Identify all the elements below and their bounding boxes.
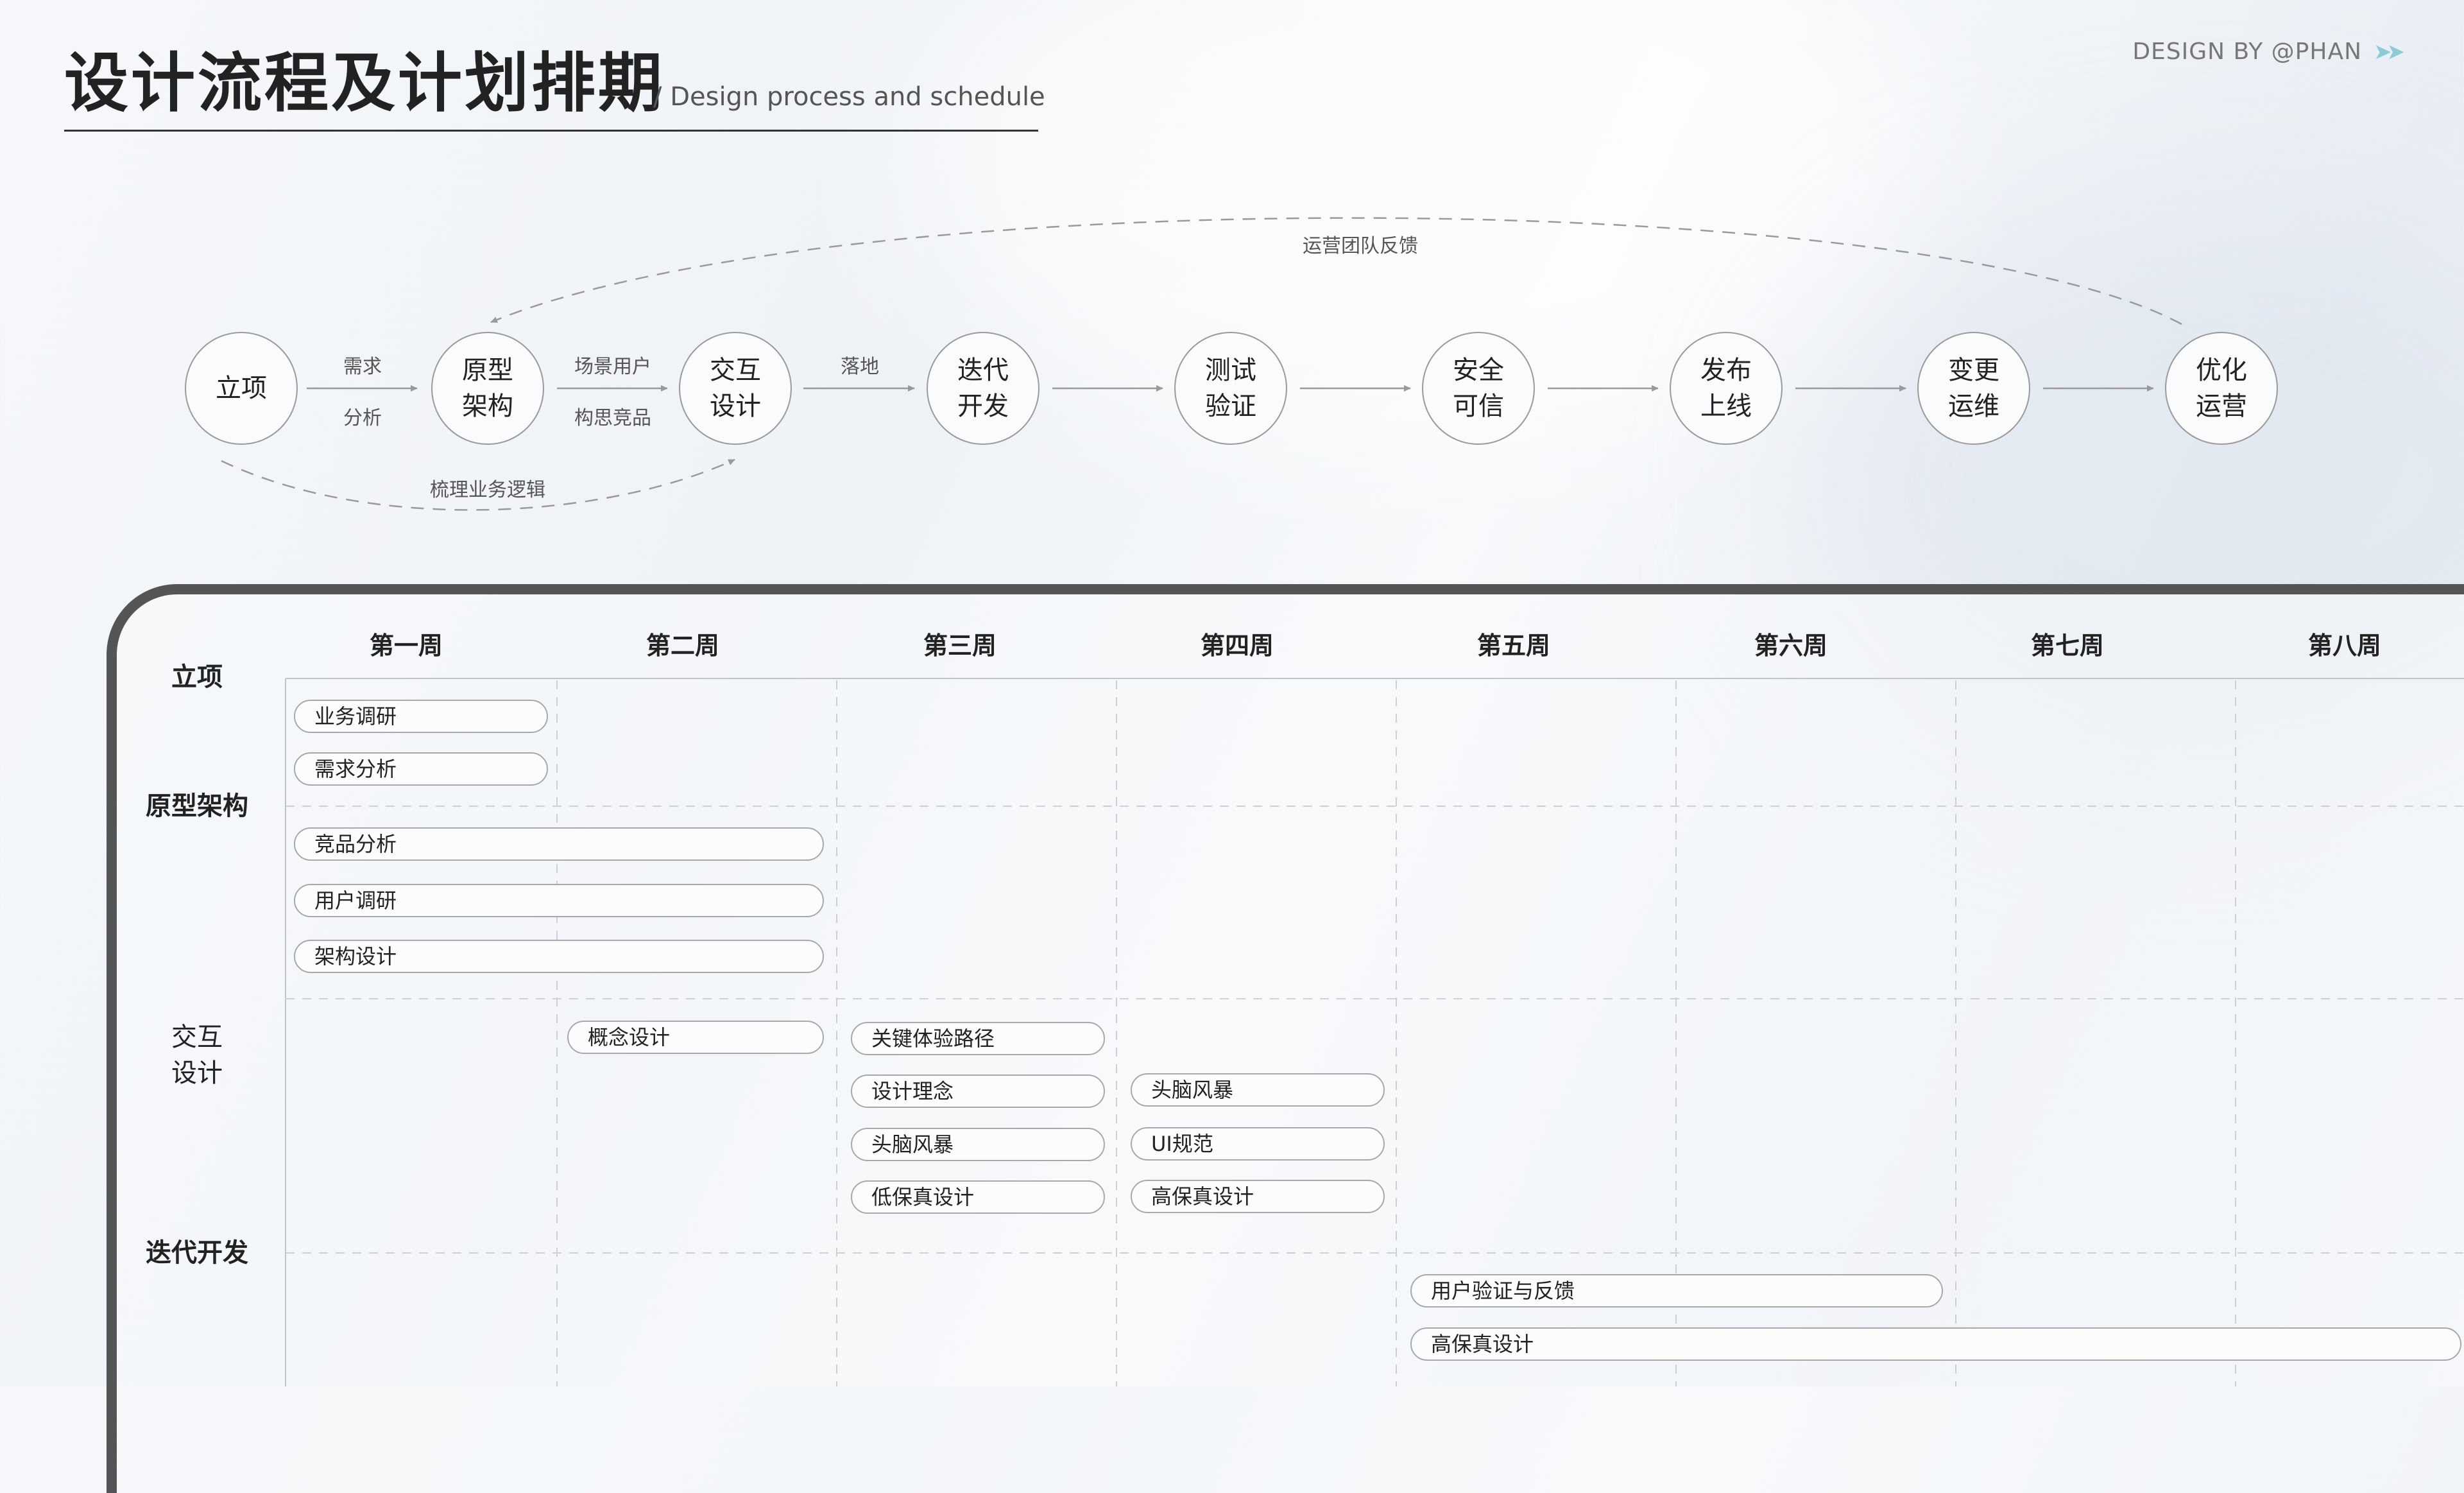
- week-header: 第五周: [1476, 632, 1550, 660]
- edge-label: 构思竞品: [574, 407, 651, 429]
- week-header: 第一周: [369, 632, 443, 660]
- week-header: 第八周: [2307, 632, 2381, 660]
- flow-node-interaction: 交互设计: [679, 332, 792, 445]
- task-pill: UI规范: [1131, 1127, 1385, 1161]
- week-header: 第二周: [646, 632, 719, 660]
- task-pill: 用户验证与反馈: [1410, 1274, 1943, 1307]
- flow-node-iteration: 迭代开发: [927, 332, 1040, 445]
- loop-label: 梳理业务逻辑: [430, 479, 545, 501]
- task-pill: 架构设计: [294, 940, 824, 973]
- task-pill: 概念设计: [567, 1021, 824, 1054]
- phase-label-prototype: 原型架构: [146, 791, 248, 821]
- task-pill: 高保真设计: [1131, 1180, 1385, 1213]
- task-pill: 用户调研: [294, 884, 824, 917]
- edge-label: 需求: [343, 356, 382, 378]
- flow-node-initiation: 立项: [185, 332, 298, 445]
- edge-label: 落地: [841, 356, 879, 378]
- task-pill: 头脑风暴: [1131, 1073, 1385, 1107]
- flow-node-prototype: 原型架构: [431, 332, 544, 445]
- phase-label-interaction: 交互设计: [171, 1023, 223, 1088]
- phase-label-iteration: 迭代开发: [146, 1238, 248, 1268]
- week-header: 第七周: [2030, 632, 2104, 660]
- task-pill: 竞品分析: [294, 827, 824, 861]
- loop-label: 运营团队反馈: [1303, 235, 1418, 257]
- edge-label: 场景用户: [574, 356, 651, 378]
- task-pill: 低保真设计: [851, 1180, 1105, 1214]
- task-pill: 业务调研: [294, 700, 548, 733]
- process-flow-diagram: [221, 217, 2182, 511]
- phase-label-initiation: 立项: [171, 662, 223, 692]
- week-header: 第六周: [1754, 632, 1827, 660]
- task-pill: 设计理念: [851, 1074, 1105, 1108]
- task-pill: 需求分析: [294, 752, 548, 786]
- flow-node-security: 安全可信: [1422, 332, 1535, 445]
- edge-label: 分析: [343, 407, 382, 429]
- flow-node-maintenance: 变更运维: [1917, 332, 2030, 445]
- task-pill: 关键体验路径: [851, 1022, 1105, 1055]
- flow-node-operation: 优化运营: [2165, 332, 2278, 445]
- flow-node-release: 发布上线: [1670, 332, 1783, 445]
- task-pill: 高保真设计: [1410, 1327, 2461, 1361]
- week-header: 第四周: [1200, 632, 1274, 660]
- task-pill: 头脑风暴: [851, 1128, 1105, 1161]
- flow-node-testing: 测试验证: [1174, 332, 1287, 445]
- week-header: 第三周: [923, 632, 997, 660]
